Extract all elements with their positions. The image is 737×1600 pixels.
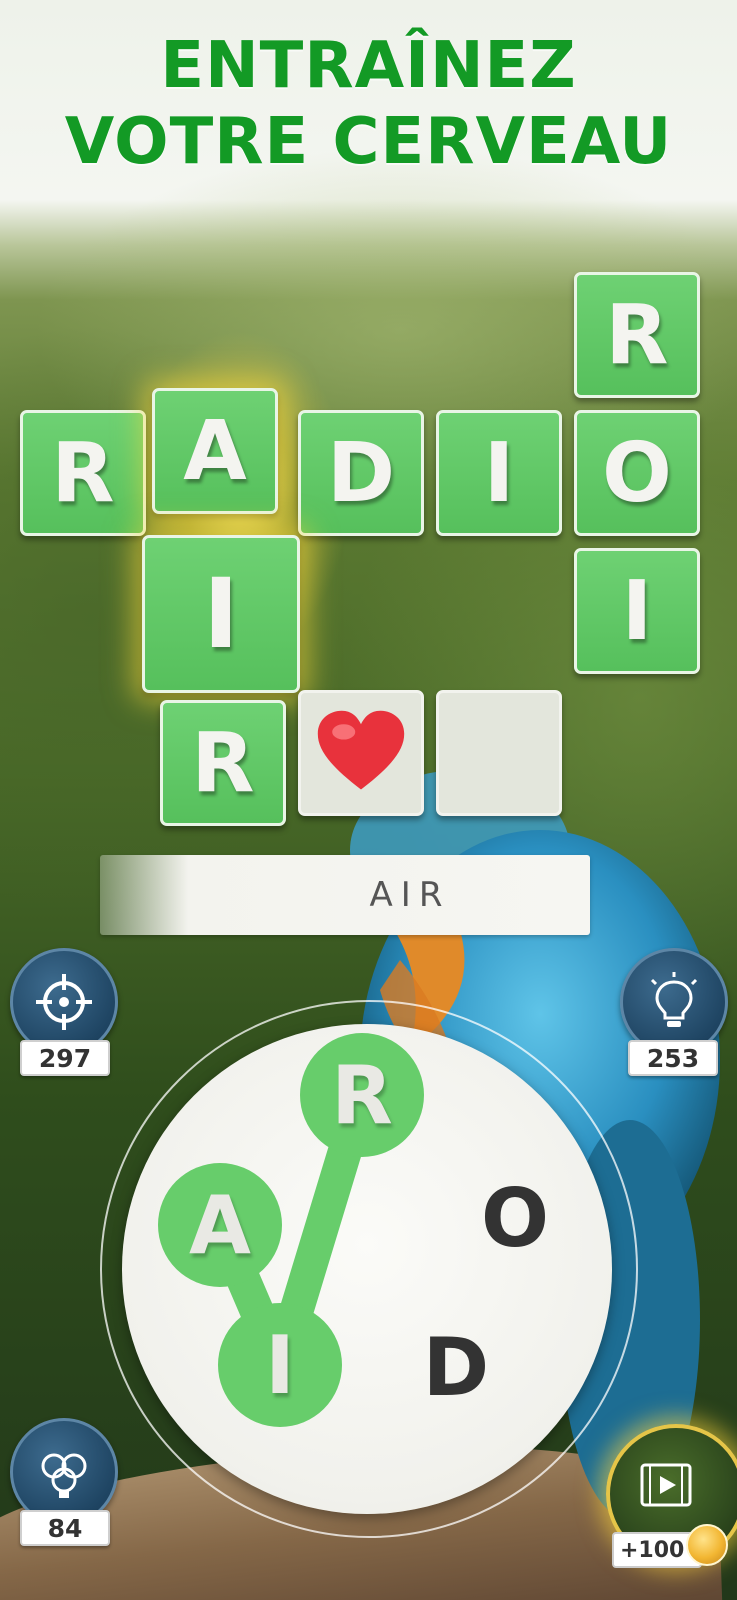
grid-cell-radio-2: A [152,388,278,514]
wheel-letter-text: A [189,1178,251,1272]
grid-cell-air-2: I [142,535,300,693]
title-line-1: ENTRAÎNEZ [160,29,577,103]
cell-letter: R [605,287,669,383]
wheel-letter-r[interactable]: R [300,1033,424,1157]
title-line-2: VOTRE CERVEAU [64,105,673,179]
coin-icon [686,1524,728,1566]
wheel-letter-i[interactable]: I [218,1303,342,1427]
current-word-text: AIR [369,875,451,915]
video-play-icon [640,1463,692,1507]
grid-cell-radio-3: D [298,410,424,536]
heart-icon [317,710,405,790]
cell-letter: D [326,425,396,521]
grid-cell-radio-5: O [574,410,700,536]
cell-letter: A [183,403,247,499]
wheel-letter-a[interactable]: A [158,1163,282,1287]
wheel-letter-text: R [331,1048,393,1142]
lightbulb-icon [650,972,698,1027]
multi-hint-count-badge: 84 [20,1510,110,1546]
target-count-badge: 297 [20,1040,110,1076]
cell-letter: R [191,715,255,811]
cell-letter: I [621,563,653,659]
grid-cell-radio-1: R [20,410,146,536]
grid-cell-roi-3: I [574,548,700,674]
multi-lightbulb-icon [41,1453,87,1498]
wheel-letter-o[interactable]: O [453,1156,577,1280]
cell-letter: O [602,425,672,521]
grid-cell-roi-1: R [574,272,700,398]
grid-cell-heart-bonus [298,690,424,816]
current-word-display: AIR [100,855,590,935]
crosshair-icon [36,974,92,1030]
grid-cell-radio-4: I [436,410,562,536]
page-title: ENTRAÎNEZ VOTRE CERVEAU [0,28,737,180]
video-reward-text: +100 [620,1537,685,1563]
wheel-letter-d[interactable]: D [394,1305,518,1429]
cell-letter: I [483,425,515,521]
wheel-letter-text: D [422,1320,490,1414]
cell-letter: I [203,558,239,670]
wheel-letter-text: I [265,1318,295,1412]
wheel-letter-text: O [480,1171,549,1265]
hint-count-badge: 253 [628,1040,718,1076]
grid-cell-air-3: R [160,700,286,826]
grid-cell-empty [436,690,562,816]
cell-letter: R [51,425,115,521]
